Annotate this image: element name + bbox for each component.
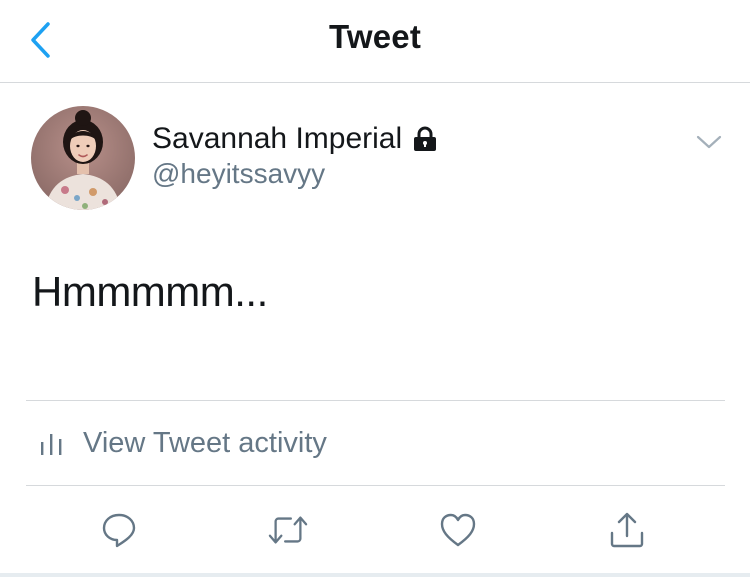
author-handle[interactable]: @heyitssavyy bbox=[152, 158, 325, 190]
page-title: Tweet bbox=[328, 18, 422, 55]
retweet-icon bbox=[268, 516, 308, 544]
chevron-down-icon bbox=[696, 135, 722, 149]
tweet-actions bbox=[0, 486, 750, 574]
retweet-button[interactable] bbox=[268, 510, 308, 550]
heart-icon bbox=[440, 513, 476, 547]
reply-button[interactable] bbox=[99, 510, 139, 550]
like-button[interactable] bbox=[438, 510, 478, 550]
author-name-row[interactable]: Savannah Imperial bbox=[152, 121, 438, 157]
avatar-image bbox=[31, 106, 135, 210]
view-tweet-activity-button[interactable]: View Tweet activity bbox=[26, 401, 725, 485]
nav-bar: Tweet bbox=[0, 0, 750, 83]
author-display-name: Savannah Imperial bbox=[152, 122, 403, 155]
share-icon bbox=[610, 512, 644, 548]
bar-chart-icon bbox=[41, 434, 62, 455]
share-button[interactable] bbox=[607, 510, 647, 550]
avatar[interactable] bbox=[31, 106, 135, 210]
reply-icon bbox=[102, 513, 136, 548]
tweet-text: Hmmmmm... bbox=[32, 268, 268, 315]
activity-label: View Tweet activity bbox=[83, 426, 327, 459]
bottom-separator bbox=[0, 573, 750, 577]
more-options-button[interactable] bbox=[693, 130, 725, 154]
lock-icon bbox=[414, 126, 437, 151]
